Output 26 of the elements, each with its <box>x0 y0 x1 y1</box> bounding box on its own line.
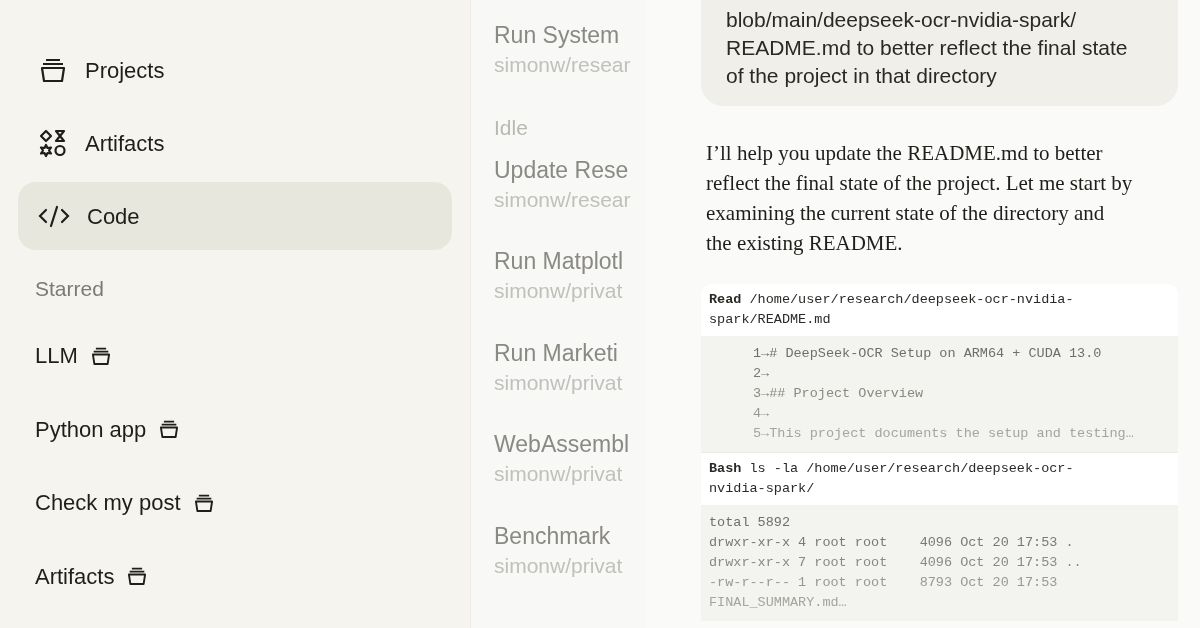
nav-item[interactable]: Projects <box>18 36 452 104</box>
shapes-icon <box>38 128 68 158</box>
output-line: -rw-r--r-- 1 root root 8793 Oct 20 17:53 <box>709 574 1059 592</box>
nav-item[interactable]: Artifacts <box>18 109 452 177</box>
starred-item[interactable]: Python app <box>18 392 198 466</box>
starred-item[interactable]: Artifacts <box>18 539 166 613</box>
output-line: drwxr-xr-x 4 root root 4096 Oct 20 17:53 . <box>709 534 1075 552</box>
output-line: 3→## Project Overview <box>753 385 925 403</box>
tool-call-header[interactable]: Bash ls -la /home/user/research/deepseek-ocr-nvidia-spark/ <box>701 452 1178 505</box>
section-heading: Starred <box>34 276 105 303</box>
nav-item[interactable]: Code <box>18 182 452 250</box>
starred-item[interactable]: LLM <box>18 319 129 393</box>
output-line: FINAL_SUMMARY.md… <box>709 594 848 612</box>
output-line: total 5892 <box>709 514 791 532</box>
tool-call-header[interactable]: Read /home/user/research/deepseek-ocr-nvidia-spark/README.md <box>701 284 1178 336</box>
folder-stack-icon <box>158 418 181 441</box>
output-line: 5→This project documents the setup and testing… <box>753 425 1135 443</box>
output-line: 2→ <box>753 365 771 383</box>
status-heading: Idle <box>494 114 528 141</box>
folder-stack-icon <box>126 565 149 588</box>
output-line: 1→# DeepSeek-OCR Setup on ARM64 + CUDA 13.0 <box>753 345 1103 363</box>
starred-item[interactable]: Check my post <box>18 466 232 540</box>
user-message: blob/main/deepseek-ocr-nvidia-spark/ README.md to better reflect the final state of the project in that directory <box>701 0 1178 106</box>
output-line: drwxr-xr-x 7 root root 4096 Oct 20 17:53 .. <box>709 554 1083 572</box>
output-line: 4→ <box>753 405 771 423</box>
assistant-reply: I’ll help you update the README.md to better reflect the final state of the project. Let me start by examining the current state of the directory and the existing README. <box>706 140 1134 257</box>
